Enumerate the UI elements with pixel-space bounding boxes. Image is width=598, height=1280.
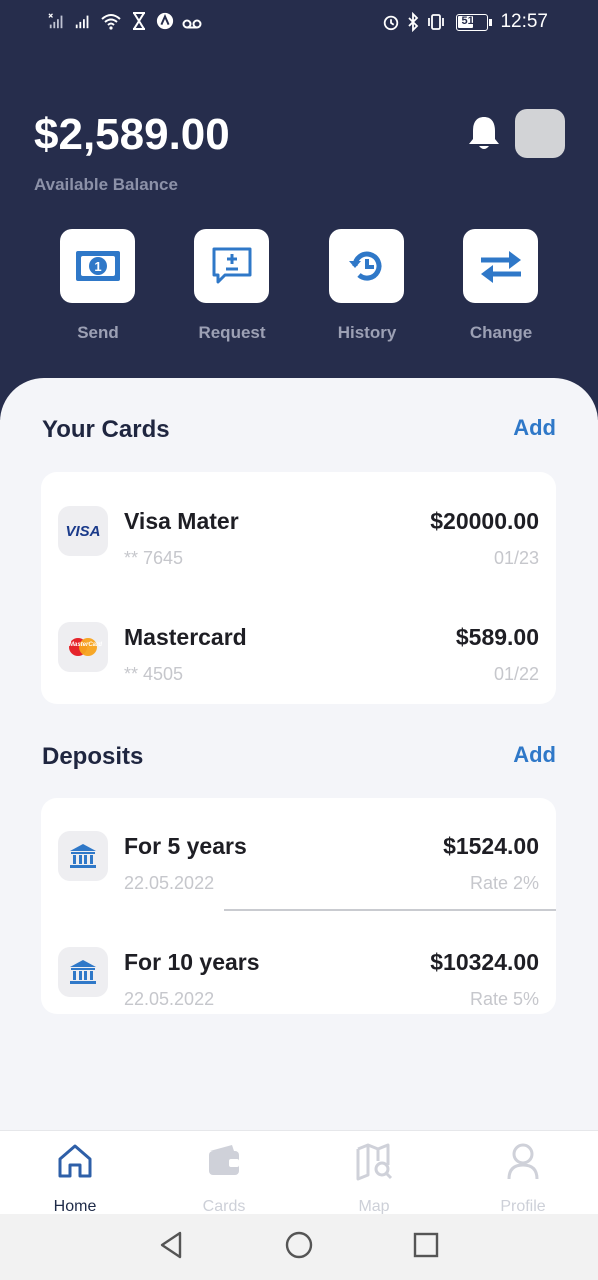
card-amount: $20000.00 — [430, 508, 539, 534]
visa-logo-icon: VISA — [58, 506, 108, 556]
status-bar: 51 12:57 — [0, 0, 598, 44]
deposit-amount: $10324.00 — [430, 949, 539, 975]
row-divider — [224, 909, 556, 911]
signal-icon — [75, 15, 89, 29]
add-deposit-button[interactable]: Add — [513, 742, 556, 768]
bottom-nav: Home Cards Map Profile — [0, 1130, 598, 1216]
balance-label: Available Balance — [34, 175, 178, 194]
deposit-date: 22.05.2022 — [124, 873, 215, 893]
system-nav-bar — [0, 1214, 598, 1280]
deposits-panel: For 5 years 22.05.2022 $1524.00 Rate 2% … — [41, 798, 556, 1014]
deposit-amount: $1524.00 — [443, 833, 539, 859]
svg-text:1: 1 — [94, 259, 101, 274]
cards-panel: VISA Visa Mater ** 7645 $20000.00 01/23 … — [41, 472, 556, 704]
deposits-section-title: Deposits — [42, 743, 144, 770]
card-expiry: 01/23 — [493, 548, 539, 568]
card-number: ** 7645 — [124, 548, 184, 568]
nav-profile[interactable]: Profile — [473, 1141, 573, 1216]
battery-indicator: 51 — [456, 13, 493, 31]
wifi-icon — [101, 14, 121, 30]
request-label: Request — [198, 323, 266, 342]
deposit-row[interactable]: For 5 years 22.05.2022 $1524.00 Rate 2% — [41, 823, 556, 933]
send-label: Send — [77, 323, 119, 342]
home-circle-icon[interactable] — [283, 1229, 315, 1261]
balance-amount: $2,589.00 — [34, 110, 230, 159]
change-label: Change — [469, 323, 533, 342]
signal-no-sim-icon — [48, 13, 63, 29]
wallet-icon — [209, 1145, 239, 1175]
deposit-name: For 5 years — [124, 833, 247, 859]
change-button[interactable]: Change — [463, 229, 538, 343]
vibrate-icon — [428, 14, 445, 30]
cards-section-title: Your Cards — [42, 416, 170, 443]
voicemail-icon — [182, 19, 202, 29]
bank-icon — [58, 947, 108, 997]
bell-icon[interactable] — [466, 113, 502, 153]
deposit-rate: Rate 5% — [469, 989, 539, 1009]
card-expiry: 01/22 — [493, 664, 539, 684]
add-card-button[interactable]: Add — [513, 415, 556, 441]
card-name: Visa Mater — [124, 508, 239, 534]
user-icon — [507, 1143, 539, 1180]
alarm-icon — [384, 15, 399, 31]
request-button[interactable]: Request — [194, 229, 269, 343]
deposit-name: For 10 years — [124, 949, 260, 975]
deposit-rate: Rate 2% — [469, 873, 539, 893]
deposit-row[interactable]: For 10 years 22.05.2022 $10324.00 Rate 5… — [41, 939, 556, 1014]
hourglass-icon — [133, 12, 145, 30]
bluetooth-icon — [408, 12, 419, 32]
nav-cards[interactable]: Cards — [174, 1141, 274, 1216]
avatar[interactable] — [515, 109, 565, 158]
status-time: 12:57 — [500, 11, 548, 32]
battery-level: 51 — [461, 14, 474, 27]
card-row[interactable]: VISA Visa Mater ** 7645 $20000.00 01/23 — [41, 498, 556, 608]
card-number: ** 4505 — [124, 664, 184, 684]
header-background — [0, 0, 598, 420]
history-label: History — [337, 323, 397, 342]
nav-home[interactable]: Home — [25, 1141, 125, 1216]
history-icon — [348, 251, 381, 281]
recents-icon[interactable] — [410, 1229, 442, 1261]
history-button[interactable]: History — [329, 229, 404, 343]
map-search-icon — [356, 1143, 393, 1181]
nav-map[interactable]: Map — [324, 1141, 424, 1216]
swap-arrows-icon — [480, 251, 521, 283]
card-name: Mastercard — [124, 624, 247, 650]
chat-plus-minus-icon — [212, 247, 251, 284]
bank-icon — [58, 831, 108, 881]
home-icon — [58, 1144, 92, 1178]
money-icon: 1 — [75, 251, 120, 281]
card-row[interactable]: MasterCard Mastercard ** 4505 $589.00 01… — [41, 614, 556, 724]
send-button[interactable]: 1 Send — [60, 229, 135, 343]
deposit-date: 22.05.2022 — [124, 989, 215, 1009]
app-a-icon — [156, 12, 174, 30]
back-icon[interactable] — [156, 1229, 188, 1261]
card-amount: $589.00 — [455, 624, 539, 650]
mastercard-logo-icon: MasterCard — [58, 622, 108, 672]
